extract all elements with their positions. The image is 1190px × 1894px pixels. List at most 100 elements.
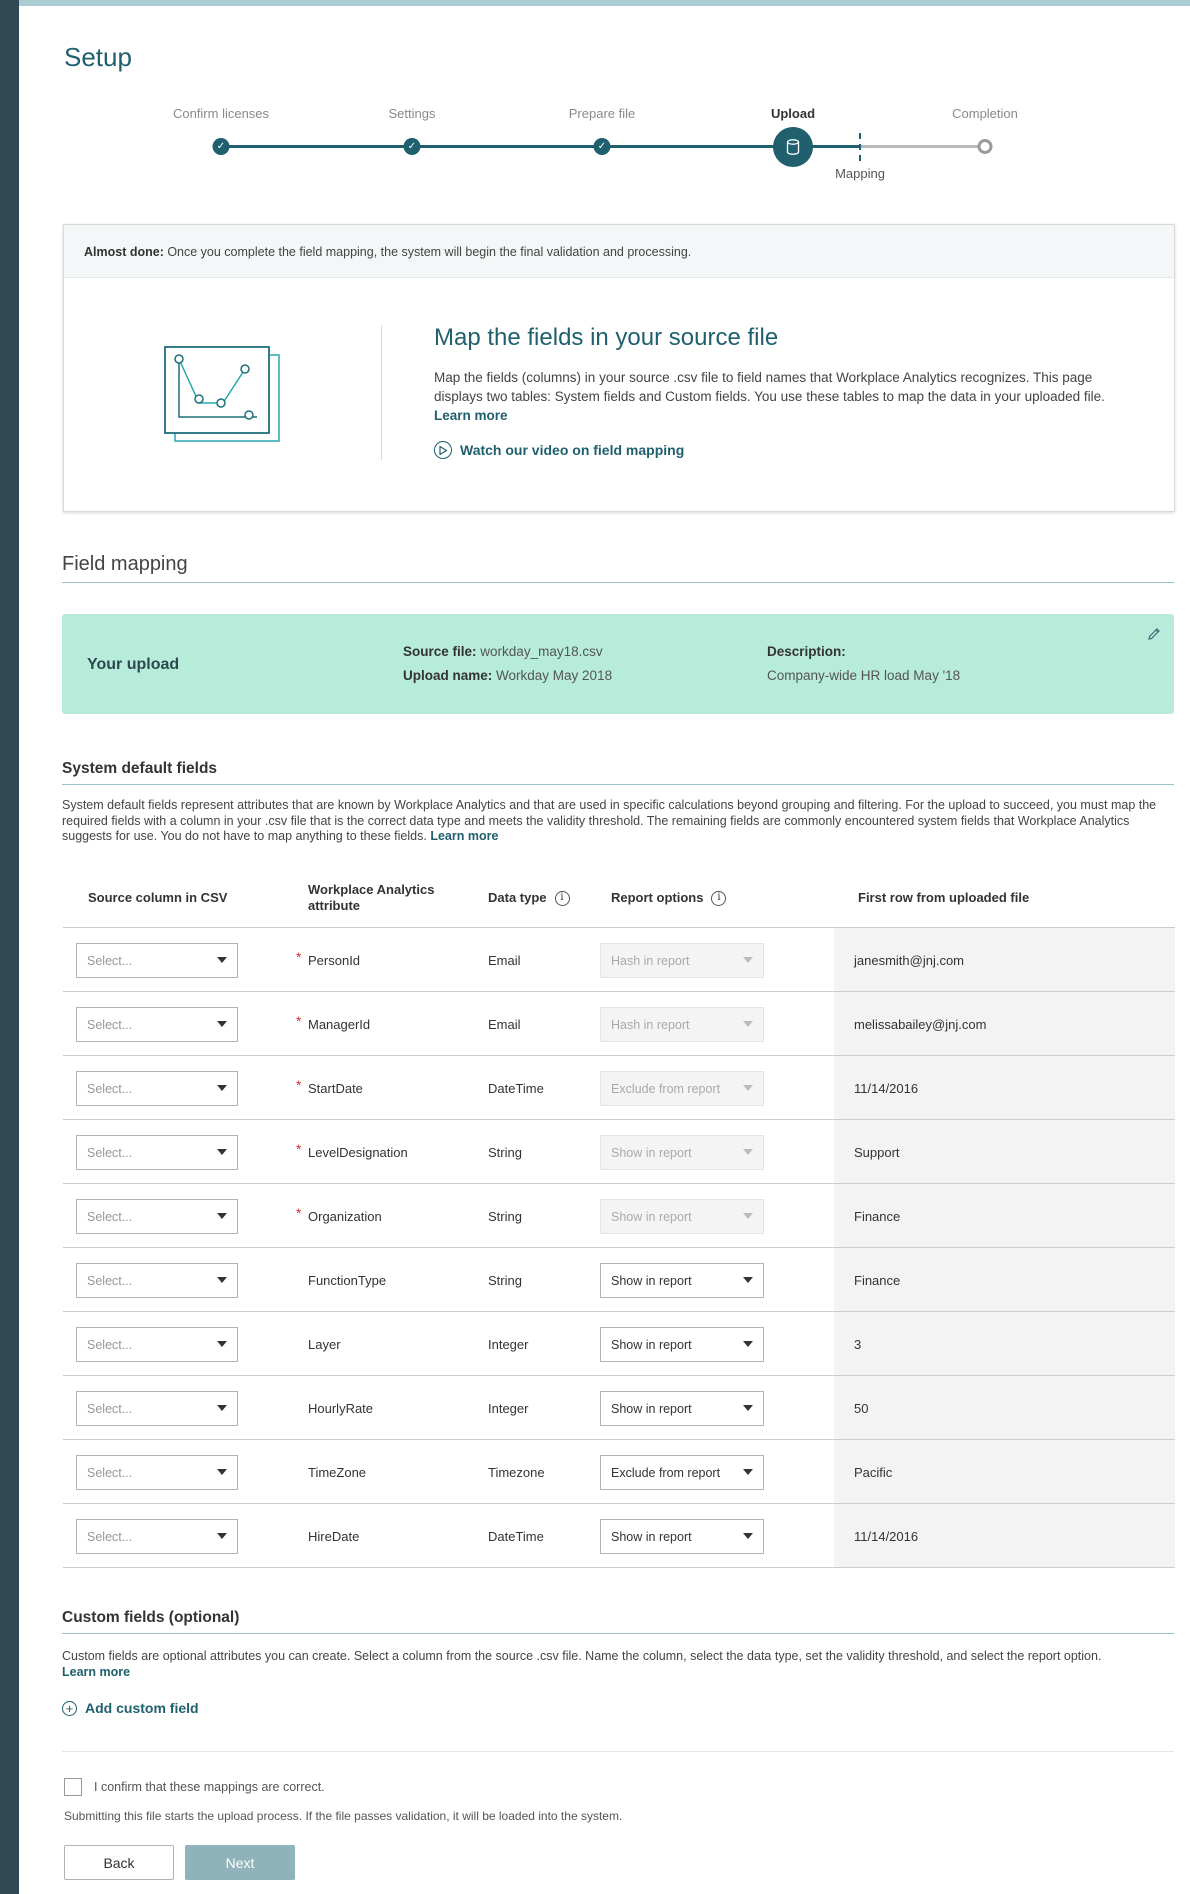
report-options-select: Hash in report: [600, 943, 764, 978]
attribute-name: HourlyRate: [308, 1400, 374, 1416]
check-icon: ✓: [407, 141, 417, 152]
step-label-prepare-file: Prepare file: [568, 106, 636, 121]
required-marker: *: [296, 1205, 302, 1221]
report-options-select[interactable]: Show in report: [600, 1263, 764, 1298]
report-options-value: Hash in report: [611, 953, 690, 968]
intro-divider: [381, 325, 382, 460]
step-dot-completion: [977, 139, 993, 154]
step-dot-settings: ✓: [403, 138, 421, 155]
source-column-select-value: Select...: [87, 1145, 133, 1160]
report-options-value: Show in report: [611, 1273, 692, 1288]
page-title: Setup: [64, 42, 132, 72]
check-icon: ✓: [597, 141, 607, 152]
description-label: Description:: [767, 644, 846, 659]
first-row-value: Support: [854, 1144, 900, 1160]
attribute-cell: * LevelDesignation: [296, 1120, 408, 1184]
first-row-value: Finance: [854, 1272, 901, 1288]
col-header-attribute-line1: Workplace Analytics: [308, 882, 435, 897]
source-column-select[interactable]: Select...: [76, 1391, 238, 1426]
intro-learn-more-link[interactable]: Learn more: [434, 408, 508, 423]
table-row: Select... Layer Integer Show in report 3: [63, 1312, 1175, 1376]
report-options-select: Hash in report: [600, 1007, 764, 1042]
table-row: Select... * Organization String Show in repo…: [63, 1184, 1175, 1248]
attribute-name: TimeZone: [308, 1464, 367, 1480]
col-header-attribute-line2: attribute: [308, 898, 360, 913]
report-options-select: Exclude from report: [600, 1071, 764, 1106]
source-file-value: workday_may18.csv: [480, 644, 603, 659]
intro-title: Map the fields in your source file: [434, 324, 779, 351]
system-fields-description: System default fields represent attribut…: [62, 798, 1174, 845]
source-column-select[interactable]: Select...: [76, 1519, 238, 1554]
source-column-select[interactable]: Select...: [76, 1263, 238, 1298]
report-options-select[interactable]: Show in report: [600, 1327, 764, 1362]
first-row-value: Finance: [854, 1208, 901, 1224]
attribute-name: HireDate: [308, 1528, 360, 1544]
attribute-name: ManagerId: [308, 1016, 371, 1032]
col-header-source: Source column in CSV: [88, 890, 228, 905]
source-column-select[interactable]: Select...: [76, 943, 238, 978]
attribute-cell: HourlyRate: [308, 1376, 373, 1440]
source-column-select[interactable]: Select...: [76, 1199, 238, 1234]
source-column-select[interactable]: Select...: [76, 1071, 238, 1106]
add-custom-field-button[interactable]: + Add custom field: [62, 1700, 199, 1716]
intro-card: Almost done: Once you complete the field…: [63, 224, 1175, 512]
top-accent-bar: [19, 0, 1190, 6]
attribute-name: Layer: [308, 1336, 341, 1352]
source-column-select-value: Select...: [87, 1081, 133, 1096]
source-column-select[interactable]: Select...: [76, 1135, 238, 1170]
report-options-select[interactable]: Exclude from report: [600, 1455, 764, 1490]
first-row-cell-bg: [834, 1312, 1175, 1375]
chevron-down-icon: [743, 1469, 753, 1475]
confirm-checkbox[interactable]: [64, 1778, 82, 1796]
video-link-label[interactable]: Watch our video on field mapping: [460, 442, 684, 458]
info-icon[interactable]: i: [711, 890, 727, 906]
step-label-completion: Completion: [952, 106, 1018, 121]
report-options-select[interactable]: Show in report: [600, 1519, 764, 1554]
confirm-label: I confirm that these mappings are correc…: [94, 1780, 325, 1794]
chevron-down-icon: [743, 1277, 753, 1283]
custom-fields-heading: Custom fields (optional): [62, 1609, 1174, 1634]
datatype-cell: DateTime: [488, 1528, 544, 1544]
table-row: Select... * StartDate DateTime Exclude from …: [63, 1056, 1175, 1120]
col-header-attribute: Workplace Analytics attribute: [308, 868, 434, 928]
back-button[interactable]: Back: [64, 1845, 174, 1880]
substep-marker: [859, 133, 861, 161]
first-row-value: 11/14/2016: [854, 1080, 919, 1096]
attribute-cell: Layer: [308, 1312, 341, 1376]
report-options-value: Show in report: [611, 1337, 692, 1352]
next-button[interactable]: Next: [185, 1845, 295, 1880]
datatype-cell: String: [488, 1272, 522, 1288]
report-options-select[interactable]: Show in report: [600, 1391, 764, 1426]
source-column-select[interactable]: Select...: [76, 1455, 238, 1490]
source-column-select[interactable]: Select...: [76, 1007, 238, 1042]
step-label-settings: Settings: [388, 106, 436, 121]
system-fields-learn-more-link[interactable]: Learn more: [430, 829, 498, 843]
video-link[interactable]: Watch our video on field mapping: [434, 441, 684, 459]
check-icon: ✓: [216, 141, 226, 152]
attribute-cell: FunctionType: [308, 1248, 386, 1312]
required-marker: *: [296, 1141, 302, 1157]
report-options-value: Exclude from report: [611, 1081, 721, 1096]
report-options-select: Show in report: [600, 1199, 764, 1234]
attribute-name: FunctionType: [308, 1272, 387, 1288]
footer-divider: [62, 1751, 1174, 1752]
upload-name-line: Upload name: Workday May 2018: [403, 668, 612, 683]
info-icon[interactable]: i: [554, 890, 570, 906]
left-nav-bar: [0, 0, 19, 1894]
step-dot-prepare-file: ✓: [593, 138, 611, 155]
datatype-cell: String: [488, 1208, 522, 1224]
confirm-mappings[interactable]: I confirm that these mappings are correc…: [64, 1778, 325, 1796]
source-column-select-value: Select...: [87, 1017, 133, 1032]
source-column-select[interactable]: Select...: [76, 1327, 238, 1362]
first-row-value: 11/14/2016: [854, 1528, 919, 1544]
banner-text: Once you complete the field mapping, the…: [163, 245, 692, 259]
attribute-cell: * PersonId: [296, 928, 360, 992]
step-label-upload: Upload: [770, 106, 816, 121]
report-options-value: Hash in report: [611, 1017, 690, 1032]
attribute-name: LevelDesignation: [308, 1144, 408, 1160]
edit-pencil-icon[interactable]: [1146, 626, 1162, 642]
upload-title: Your upload: [87, 656, 180, 673]
custom-fields-learn-more-link[interactable]: Learn more: [62, 1665, 130, 1679]
add-custom-field-label[interactable]: Add custom field: [85, 1700, 199, 1716]
chevron-down-icon: [743, 1213, 753, 1219]
